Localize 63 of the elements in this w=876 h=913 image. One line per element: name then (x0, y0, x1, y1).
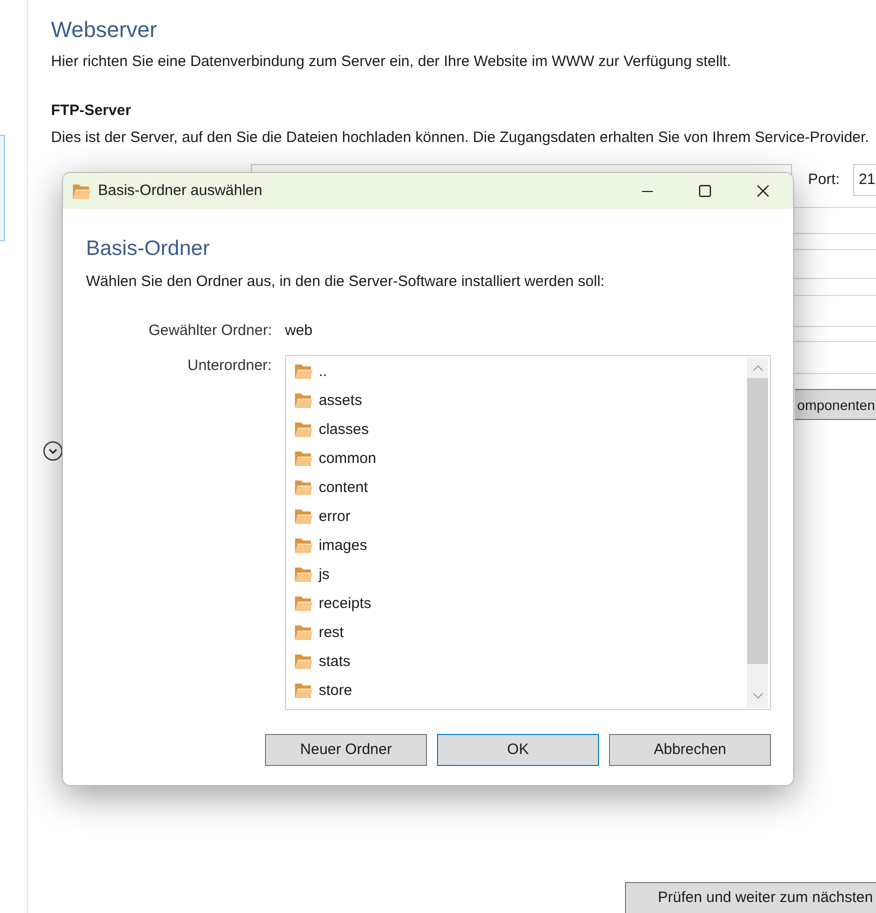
folder-list-item[interactable]: js (286, 560, 747, 589)
folder-name: common (318, 448, 376, 468)
folder-icon (72, 182, 91, 200)
port-label: Port: (808, 170, 840, 190)
folder-list-item[interactable]: assets (286, 386, 747, 415)
page-title: Webserver (51, 16, 158, 44)
folder-name: assets (318, 390, 362, 410)
folder-icon (294, 566, 313, 583)
minimize-icon (642, 190, 652, 192)
intro-text: Hier richten Sie eine Datenverbindung zum Server ein, der Ihre Website im WWW zur Verfügung stellt. (51, 52, 732, 72)
dialog-button[interactable]: OK (437, 734, 599, 766)
folder-icon (294, 595, 313, 612)
folder-list-item[interactable]: classes (286, 415, 747, 444)
dialog-button[interactable]: Neuer Ordner (265, 734, 427, 766)
folder-icon (294, 682, 313, 699)
folder-icon (294, 392, 313, 409)
folder-list-item[interactable]: common (286, 444, 747, 473)
folder-icon (294, 421, 313, 438)
folder-list-item[interactable]: content (286, 473, 747, 502)
next-button[interactable]: Prüfen und weiter zum nächsten (624, 882, 876, 913)
folder-list-item[interactable]: receipts (286, 589, 747, 618)
dialog-title: Basis-Ordner auswählen (98, 181, 262, 201)
folder-icon (294, 479, 313, 496)
close-icon (757, 185, 769, 197)
components-button[interactable]: omponenten (795, 389, 876, 420)
folder-list-item[interactable]: error (286, 502, 747, 531)
dialog-button[interactable]: Abbrechen (609, 734, 771, 766)
chevron-down-icon[interactable] (752, 693, 762, 699)
dialog-description: Wählen Sie den Ordner aus, in den die Server-Software installiert werden soll: (86, 272, 606, 292)
folder-icon (294, 537, 313, 554)
folder-icon (294, 624, 313, 641)
selected-folder-label: Gewählter Ordner: (148, 321, 272, 341)
folder-name: .. (318, 362, 328, 382)
folder-list-item[interactable]: images (286, 531, 747, 560)
folder-name: error (318, 506, 350, 526)
folder-name: rest (318, 622, 344, 642)
scrollbar[interactable] (747, 357, 768, 708)
folder-name: content (318, 478, 368, 498)
folder-list-item[interactable]: .. (286, 357, 747, 386)
maximize-icon (699, 185, 711, 197)
subfolder-list[interactable]: .. assets classes common content error images js receipts rest stats store (284, 355, 771, 710)
section-text: Dies ist der Server, auf den Sie die Dateien hochladen können. Die Zugangsdaten erhalten Sie von Ihrem Service-Provider. (51, 128, 870, 148)
subfolders-label: Unterordner: (186, 356, 272, 376)
folder-icon (294, 653, 313, 670)
folder-name: images (318, 536, 368, 556)
chevron-circle-icon[interactable] (43, 441, 63, 461)
folder-name: receipts (318, 594, 372, 614)
folder-name: store (318, 680, 352, 700)
folder-icon (294, 450, 313, 467)
folder-icon (294, 508, 313, 525)
section-title: FTP-Server (51, 101, 132, 121)
folder-name: js (318, 564, 330, 584)
folder-icon (294, 363, 313, 380)
folder-list-item[interactable]: stats (286, 647, 747, 676)
folder-name: classes (318, 420, 369, 440)
folder-name: stats (318, 652, 350, 672)
selected-folder-value: web (285, 321, 313, 341)
dialog-heading: Basis-Ordner (86, 236, 211, 262)
folder-list-item[interactable]: rest (286, 618, 747, 647)
scrollbar-thumb[interactable] (747, 378, 768, 664)
port-field[interactable]: 21 (852, 164, 876, 196)
folder-list-item[interactable]: store (286, 676, 747, 705)
chevron-up-icon[interactable] (752, 365, 762, 371)
